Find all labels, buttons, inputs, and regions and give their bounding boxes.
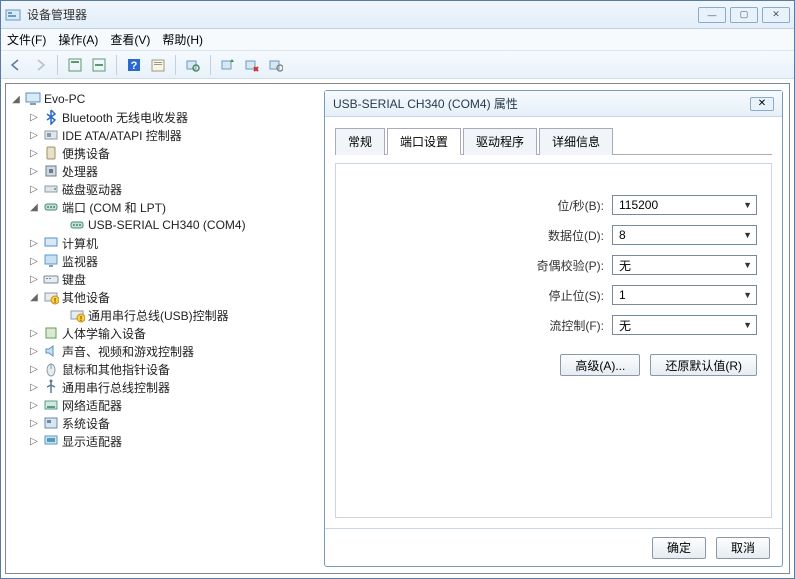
tab-port-settings[interactable]: 端口设置 bbox=[387, 128, 461, 155]
tab-driver[interactable]: 驱动程序 bbox=[463, 128, 537, 155]
tree-keyboard[interactable]: ▷键盘 bbox=[8, 270, 314, 288]
cancel-button[interactable]: 取消 bbox=[716, 537, 770, 559]
properties-dialog: USB-SERIAL CH340 (COM4) 属性 ✕ 常规 端口设置 驱动程… bbox=[324, 90, 783, 567]
titlebar: 设备管理器 — ▢ ✕ bbox=[1, 1, 794, 29]
parity-label: 奇偶校验(P): bbox=[537, 257, 604, 274]
stopbits-label: 停止位(S): bbox=[549, 287, 604, 304]
update-driver-button[interactable] bbox=[217, 54, 239, 76]
computer-icon bbox=[43, 235, 59, 251]
tree-mouse[interactable]: ▷鼠标和其他指针设备 bbox=[8, 360, 314, 378]
menubar: 文件(F) 操作(A) 查看(V) 帮助(H) bbox=[1, 29, 794, 51]
menu-help[interactable]: 帮助(H) bbox=[162, 31, 203, 48]
properties-button[interactable] bbox=[147, 54, 169, 76]
tree-hid[interactable]: ▷人体学输入设备 bbox=[8, 324, 314, 342]
monitor-icon bbox=[43, 253, 59, 269]
usb-icon bbox=[43, 379, 59, 395]
tab-bar: 常规 端口设置 驱动程序 详细信息 bbox=[335, 127, 772, 155]
network-icon bbox=[43, 397, 59, 413]
tree-display[interactable]: ▷显示适配器 bbox=[8, 432, 314, 450]
flowcontrol-label: 流控制(F): bbox=[549, 317, 604, 334]
tree-disk[interactable]: ▷磁盘驱动器 bbox=[8, 180, 314, 198]
tree-computer[interactable]: ▷计算机 bbox=[8, 234, 314, 252]
minimize-button[interactable]: — bbox=[698, 7, 726, 23]
system-icon bbox=[43, 415, 59, 431]
svg-text:!: ! bbox=[80, 316, 82, 323]
tree-ports-child[interactable]: USB-SERIAL CH340 (COM4) bbox=[8, 216, 314, 234]
chevron-down-icon: ▼ bbox=[743, 230, 752, 240]
window-title: 设备管理器 bbox=[27, 6, 698, 23]
view-button-2[interactable] bbox=[88, 54, 110, 76]
tree-monitor[interactable]: ▷监视器 bbox=[8, 252, 314, 270]
tree-usb[interactable]: ▷通用串行总线控制器 bbox=[8, 378, 314, 396]
chevron-down-icon: ▼ bbox=[743, 290, 752, 300]
view-button-1[interactable] bbox=[64, 54, 86, 76]
uninstall-button[interactable] bbox=[241, 54, 263, 76]
back-button[interactable] bbox=[5, 54, 27, 76]
bluetooth-icon bbox=[43, 109, 59, 125]
port-settings-group: 位/秒(B): 115200▼ 数据位(D): 8▼ 奇偶校验(P): 无▼ bbox=[335, 163, 772, 518]
maximize-button[interactable]: ▢ bbox=[730, 7, 758, 23]
disable-button[interactable] bbox=[265, 54, 287, 76]
chevron-down-icon: ▼ bbox=[743, 320, 752, 330]
hid-icon bbox=[43, 325, 59, 341]
menu-view[interactable]: 查看(V) bbox=[110, 31, 150, 48]
menu-action[interactable]: 操作(A) bbox=[58, 31, 98, 48]
databits-select[interactable]: 8▼ bbox=[612, 225, 757, 245]
dialog-footer: 确定 取消 bbox=[325, 528, 782, 566]
baud-select[interactable]: 115200▼ bbox=[612, 195, 757, 215]
mouse-icon bbox=[43, 361, 59, 377]
stopbits-select[interactable]: 1▼ bbox=[612, 285, 757, 305]
tree-root[interactable]: ◢Evo-PC bbox=[8, 90, 314, 108]
chevron-down-icon: ▼ bbox=[743, 200, 752, 210]
close-button[interactable]: ✕ bbox=[762, 7, 790, 23]
svg-text:!: ! bbox=[54, 298, 56, 305]
tab-detail[interactable]: 详细信息 bbox=[539, 128, 613, 155]
tree-other-child[interactable]: !通用串行总线(USB)控制器 bbox=[8, 306, 314, 324]
tree-network[interactable]: ▷网络适配器 bbox=[8, 396, 314, 414]
portable-icon bbox=[43, 145, 59, 161]
tree-portable[interactable]: ▷便携设备 bbox=[8, 144, 314, 162]
sound-icon bbox=[43, 343, 59, 359]
chevron-down-icon: ▼ bbox=[743, 260, 752, 270]
app-icon bbox=[5, 7, 21, 23]
computer-icon bbox=[25, 91, 41, 107]
databits-label: 数据位(D): bbox=[548, 227, 604, 244]
disk-icon bbox=[43, 181, 59, 197]
tree-ports[interactable]: ◢端口 (COM 和 LPT) bbox=[8, 198, 314, 216]
warning-icon: ! bbox=[43, 289, 59, 305]
flowcontrol-select[interactable]: 无▼ bbox=[612, 315, 757, 335]
display-icon bbox=[43, 433, 59, 449]
port-icon bbox=[43, 199, 59, 215]
advanced-button[interactable]: 高级(A)... bbox=[560, 354, 640, 376]
menu-file[interactable]: 文件(F) bbox=[7, 31, 46, 48]
parity-select[interactable]: 无▼ bbox=[612, 255, 757, 275]
tree-sound[interactable]: ▷声音、视频和游戏控制器 bbox=[8, 342, 314, 360]
dialog-titlebar: USB-SERIAL CH340 (COM4) 属性 ✕ bbox=[325, 91, 782, 117]
help-button[interactable]: ? bbox=[123, 54, 145, 76]
tree-other[interactable]: ◢!其他设备 bbox=[8, 288, 314, 306]
tree-system[interactable]: ▷系统设备 bbox=[8, 414, 314, 432]
ide-icon bbox=[43, 127, 59, 143]
forward-button[interactable] bbox=[29, 54, 51, 76]
dialog-close-button[interactable]: ✕ bbox=[750, 97, 774, 111]
baud-label: 位/秒(B): bbox=[557, 197, 604, 214]
warning-icon: ! bbox=[69, 307, 85, 323]
restore-defaults-button[interactable]: 还原默认值(R) bbox=[650, 354, 757, 376]
scan-button[interactable] bbox=[182, 54, 204, 76]
device-tree[interactable]: ◢Evo-PC ▷Bluetooth 无线电收发器 ▷IDE ATA/ATAPI… bbox=[6, 84, 316, 573]
dialog-title: USB-SERIAL CH340 (COM4) 属性 bbox=[333, 95, 750, 112]
tree-cpu[interactable]: ▷处理器 bbox=[8, 162, 314, 180]
keyboard-icon bbox=[43, 271, 59, 287]
tree-ide[interactable]: ▷IDE ATA/ATAPI 控制器 bbox=[8, 126, 314, 144]
tab-general[interactable]: 常规 bbox=[335, 128, 385, 155]
svg-text:?: ? bbox=[131, 60, 138, 72]
tree-bluetooth[interactable]: ▷Bluetooth 无线电收发器 bbox=[8, 108, 314, 126]
port-icon bbox=[69, 217, 85, 233]
ok-button[interactable]: 确定 bbox=[652, 537, 706, 559]
cpu-icon bbox=[43, 163, 59, 179]
toolbar: ? bbox=[1, 51, 794, 79]
